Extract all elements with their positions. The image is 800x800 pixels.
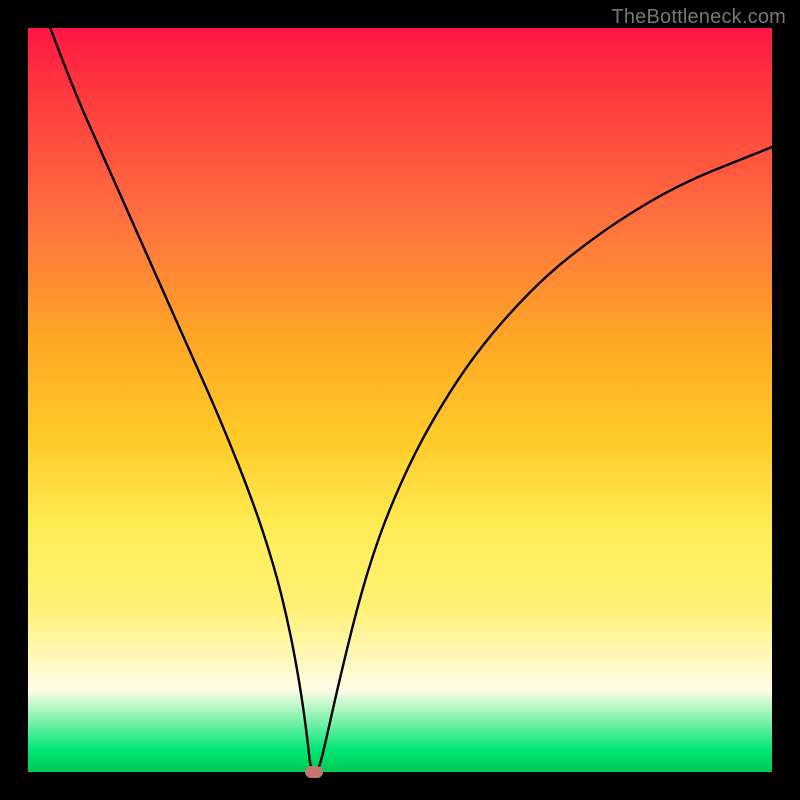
bottleneck-curve xyxy=(28,28,772,772)
plot-area xyxy=(28,28,772,772)
optimal-point-marker xyxy=(305,766,323,778)
chart-frame: TheBottleneck.com xyxy=(0,0,800,800)
watermark-label: TheBottleneck.com xyxy=(611,6,786,29)
